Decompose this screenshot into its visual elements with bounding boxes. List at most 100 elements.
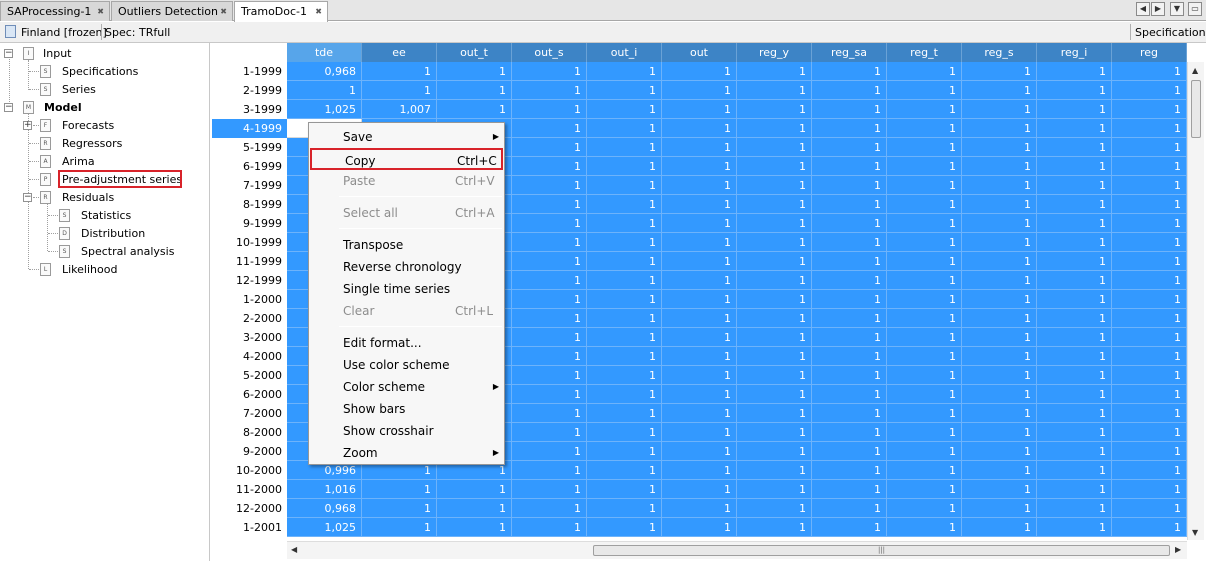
table-cell[interactable]: 1	[887, 252, 962, 271]
table-cell[interactable]: 1	[1037, 366, 1112, 385]
menu-item-copy[interactable]: Copy Ctrl+C	[310, 148, 503, 170]
table-cell[interactable]: 1	[737, 290, 812, 309]
tree-node-arima[interactable]: A Arima	[40, 154, 200, 170]
menu-item-edit-format[interactable]: Edit format...	[310, 332, 503, 354]
row-header[interactable]: 3-1999	[212, 100, 287, 119]
table-cell[interactable]: 0,968	[287, 62, 362, 81]
row-header[interactable]: 11-2000	[212, 480, 287, 499]
table-cell[interactable]: 1	[1037, 119, 1112, 138]
table-cell[interactable]: 1	[1037, 214, 1112, 233]
table-cell[interactable]: 1	[1037, 461, 1112, 480]
tree-node-distribution[interactable]: D Distribution	[59, 226, 199, 242]
row-header[interactable]: 12-2000	[212, 499, 287, 518]
table-cell[interactable]: 1	[737, 271, 812, 290]
table-cell[interactable]: 1	[587, 404, 662, 423]
tree-node-model[interactable]: − M Model	[4, 100, 204, 116]
table-cell[interactable]: 1	[1112, 404, 1187, 423]
row-header[interactable]: 1-2000	[212, 290, 287, 309]
column-header-reg-i[interactable]: reg_i	[1037, 43, 1112, 62]
table-cell[interactable]: 1	[962, 214, 1037, 233]
table-cell[interactable]: 1	[887, 100, 962, 119]
table-cell[interactable]: 1	[587, 157, 662, 176]
table-cell[interactable]: 1	[1037, 271, 1112, 290]
tree-node-forecasts[interactable]: + F Forecasts	[23, 118, 203, 134]
table-cell[interactable]: 1	[812, 214, 887, 233]
close-tab-icon[interactable]: ✖	[220, 7, 227, 16]
table-cell[interactable]: 1	[962, 176, 1037, 195]
table-cell[interactable]: 1	[737, 309, 812, 328]
table-cell[interactable]: 1	[1037, 385, 1112, 404]
table-cell[interactable]: 1	[362, 81, 437, 100]
table-cell[interactable]: 1	[1037, 138, 1112, 157]
table-cell[interactable]: 1	[587, 81, 662, 100]
table-cell[interactable]: 1	[512, 518, 587, 537]
table-cell[interactable]: 1	[1037, 309, 1112, 328]
table-cell[interactable]: 1	[587, 119, 662, 138]
table-cell[interactable]: 1	[587, 442, 662, 461]
tree-node-series[interactable]: S Series	[40, 82, 200, 98]
row-header[interactable]: 9-2000	[212, 442, 287, 461]
column-header-reg-t[interactable]: reg_t	[887, 43, 962, 62]
tab-outliers-detection[interactable]: Outliers Detection ✖	[111, 1, 233, 21]
table-cell[interactable]: 1	[512, 461, 587, 480]
row-header[interactable]: 8-1999	[212, 195, 287, 214]
table-cell[interactable]: 1,025	[287, 518, 362, 537]
table-cell[interactable]: 1	[962, 404, 1037, 423]
vertical-scrollbar[interactable]: ▲ ▼	[1187, 62, 1204, 540]
table-cell[interactable]: 1	[812, 176, 887, 195]
table-cell[interactable]: 1	[887, 309, 962, 328]
table-cell[interactable]: 1	[1037, 233, 1112, 252]
table-cell[interactable]: 1	[587, 366, 662, 385]
table-cell[interactable]: 1	[512, 347, 587, 366]
table-cell[interactable]: 1	[812, 442, 887, 461]
table-cell[interactable]: 1	[662, 176, 737, 195]
expand-icon[interactable]: +	[23, 121, 32, 130]
table-cell[interactable]: 1	[737, 480, 812, 499]
table-cell[interactable]: 1	[887, 366, 962, 385]
table-cell[interactable]: 1	[512, 233, 587, 252]
table-cell[interactable]: 1	[1037, 423, 1112, 442]
table-cell[interactable]: 1	[512, 119, 587, 138]
table-cell[interactable]: 1	[737, 176, 812, 195]
horizontal-scroll-thumb[interactable]: |||	[593, 545, 1170, 556]
table-cell[interactable]: 1	[887, 214, 962, 233]
table-cell[interactable]: 1	[737, 81, 812, 100]
table-cell[interactable]: 1	[662, 195, 737, 214]
table-cell[interactable]: 1	[362, 518, 437, 537]
table-cell[interactable]: 1	[887, 499, 962, 518]
table-cell[interactable]: 1	[962, 62, 1037, 81]
table-cell[interactable]: 1	[437, 518, 512, 537]
collapse-icon[interactable]: −	[4, 103, 13, 112]
tree-node-likelihood[interactable]: L Likelihood	[40, 262, 200, 278]
table-cell[interactable]: 1	[587, 233, 662, 252]
scroll-down-icon[interactable]: ▼	[1192, 528, 1198, 537]
table-cell[interactable]: 1	[1112, 309, 1187, 328]
row-header[interactable]: 3-2000	[212, 328, 287, 347]
table-cell[interactable]: 1	[1037, 499, 1112, 518]
scroll-tabs-left-icon[interactable]: ◀	[1136, 2, 1150, 16]
table-cell[interactable]: 1	[812, 100, 887, 119]
table-cell[interactable]: 1	[587, 214, 662, 233]
table-cell[interactable]: 1	[887, 480, 962, 499]
row-header[interactable]: 1-1999	[212, 62, 287, 81]
table-cell[interactable]: 0,968	[287, 499, 362, 518]
table-cell[interactable]: 1	[962, 385, 1037, 404]
row-header[interactable]: 12-1999	[212, 271, 287, 290]
row-header[interactable]: 7-2000	[212, 404, 287, 423]
table-cell[interactable]: 1	[812, 366, 887, 385]
table-cell[interactable]: 1	[587, 328, 662, 347]
row-header[interactable]: 7-1999	[212, 176, 287, 195]
table-cell[interactable]: 1	[887, 423, 962, 442]
table-cell[interactable]: 1	[737, 366, 812, 385]
table-cell[interactable]: 1	[662, 138, 737, 157]
table-cell[interactable]: 1	[962, 119, 1037, 138]
row-header[interactable]: 1-2001	[212, 518, 287, 537]
table-cell[interactable]: 1	[962, 461, 1037, 480]
table-cell[interactable]: 1	[587, 252, 662, 271]
menu-item-select-all[interactable]: Select all Ctrl+A	[310, 202, 503, 224]
table-cell[interactable]: 1	[1112, 138, 1187, 157]
table-cell[interactable]: 1	[962, 347, 1037, 366]
table-cell[interactable]: 1	[1112, 366, 1187, 385]
table-cell[interactable]: 1	[662, 214, 737, 233]
table-cell[interactable]: 1	[1112, 176, 1187, 195]
